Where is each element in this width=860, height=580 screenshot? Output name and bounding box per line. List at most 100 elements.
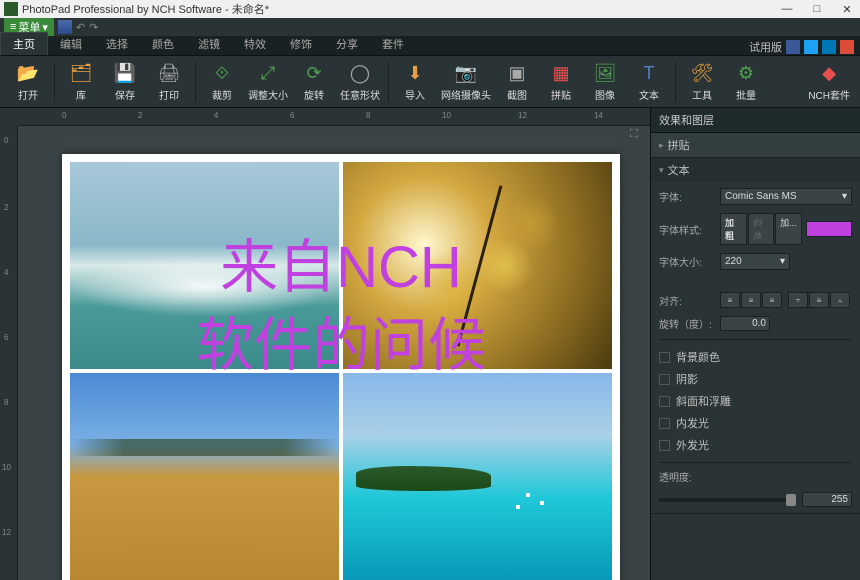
print-button[interactable]: 🖨打印 bbox=[147, 59, 191, 104]
outerglow-label: 外发光 bbox=[676, 437, 709, 453]
outerglow-checkbox[interactable] bbox=[659, 440, 670, 451]
screenshot-button[interactable]: ▣截图 bbox=[495, 59, 539, 104]
italic-button[interactable]: 斜体 bbox=[748, 213, 775, 245]
fullscreen-icon[interactable]: ⛶ bbox=[630, 128, 646, 144]
titlebar: PhotoPad Professional by NCH Software - … bbox=[0, 0, 860, 18]
bgcolor-checkbox[interactable] bbox=[659, 352, 670, 363]
resize-button[interactable]: ⤢调整大小 bbox=[244, 59, 292, 104]
quick-redo-icon[interactable]: ↷ bbox=[89, 21, 98, 34]
align-center-button[interactable]: ≡ bbox=[741, 292, 761, 308]
save-button[interactable]: 💾保存 bbox=[103, 59, 147, 104]
vertical-ruler: 0 2 4 6 8 10 12 bbox=[0, 108, 18, 580]
open-button[interactable]: 📂打开 bbox=[6, 59, 50, 104]
text-icon: T bbox=[637, 61, 661, 85]
app-icon bbox=[4, 2, 18, 16]
quick-save-icon[interactable] bbox=[58, 20, 72, 34]
tool-button[interactable]: 🛠工具 bbox=[680, 59, 724, 104]
nch-icon: ◆ bbox=[817, 61, 841, 85]
align-right-button[interactable]: ≡ bbox=[762, 292, 782, 308]
align-left-button[interactable]: ≡ bbox=[720, 292, 740, 308]
ruler-corner bbox=[0, 108, 18, 126]
collage-icon: ▦ bbox=[549, 61, 573, 85]
collage-button[interactable]: ▦拼贴 bbox=[539, 59, 583, 104]
tab-select[interactable]: 选择 bbox=[94, 33, 140, 55]
batch-icon: ⚙ bbox=[734, 61, 758, 85]
valign-mid-button[interactable]: ≡ bbox=[809, 292, 829, 308]
shadow-checkbox[interactable] bbox=[659, 374, 670, 385]
image-icon: 🖼 bbox=[593, 61, 617, 85]
freeform-button[interactable]: ◯任意形状 bbox=[336, 59, 384, 104]
twitter-icon[interactable] bbox=[804, 40, 818, 54]
chevron-right-icon: ▸ bbox=[659, 140, 664, 151]
window-title: PhotoPad Professional by NCH Software - … bbox=[22, 1, 778, 17]
webcam-button[interactable]: 📷网络摄像头 bbox=[437, 59, 495, 104]
text-button[interactable]: T文本 bbox=[627, 59, 671, 104]
import-icon: ⬇ bbox=[403, 61, 427, 85]
print-icon: 🖨 bbox=[157, 61, 181, 85]
style-label: 字体样式: bbox=[659, 222, 714, 237]
chevron-down-icon: ▾ bbox=[659, 165, 664, 176]
close-button[interactable]: ✕ bbox=[838, 3, 856, 16]
batch-button[interactable]: ⚙批量 bbox=[724, 59, 768, 104]
webcam-icon: 📷 bbox=[454, 61, 478, 85]
valign-top-button[interactable]: ⫟ bbox=[788, 292, 808, 308]
minimize-button[interactable]: — bbox=[778, 3, 796, 16]
slider-thumb[interactable] bbox=[786, 494, 796, 506]
facebook-icon[interactable] bbox=[786, 40, 800, 54]
freeform-icon: ◯ bbox=[348, 61, 372, 85]
chevron-down-icon: ▾ bbox=[842, 191, 847, 202]
innerglow-label: 内发光 bbox=[676, 415, 709, 431]
size-label: 字体大小: bbox=[659, 254, 714, 269]
bgcolor-label: 背景颜色 bbox=[676, 349, 720, 365]
trial-label: 试用版 bbox=[749, 39, 782, 55]
image-button[interactable]: 🖼图像 bbox=[583, 59, 627, 104]
rotate-icon: ⟳ bbox=[302, 61, 326, 85]
tool-icon: 🛠 bbox=[690, 61, 714, 85]
font-size-input[interactable]: 220▾ bbox=[720, 253, 790, 270]
photo-ginkgo-leaves[interactable] bbox=[343, 162, 612, 369]
section-text-header[interactable]: ▾文本 bbox=[651, 158, 860, 182]
quick-undo-icon[interactable]: ↶ bbox=[76, 21, 85, 34]
shadow-label: 阴影 bbox=[676, 371, 698, 387]
photo-wheat-field[interactable] bbox=[70, 373, 339, 580]
more-style-button[interactable]: 加... bbox=[775, 213, 802, 245]
crop-button[interactable]: ⟐裁剪 bbox=[200, 59, 244, 104]
tab-share[interactable]: 分享 bbox=[324, 33, 370, 55]
import-button[interactable]: ⬇导入 bbox=[393, 59, 437, 104]
tab-effects[interactable]: 特效 bbox=[232, 33, 278, 55]
panel-header: 效果和图层 bbox=[651, 108, 860, 133]
bold-button[interactable]: 加粗 bbox=[720, 213, 747, 245]
photo-ocean-waves[interactable] bbox=[70, 162, 339, 369]
ribbon-toolbar: 📂打开 🗂库 💾保存 🖨打印 ⟐裁剪 ⤢调整大小 ⟳旋转 ◯任意形状 ⬇导入 📷… bbox=[0, 56, 860, 108]
canvas[interactable]: 来自NCH 软件的问候 bbox=[62, 154, 620, 580]
align-label: 对齐: bbox=[659, 293, 714, 308]
tab-retouch[interactable]: 修饰 bbox=[278, 33, 324, 55]
maximize-button[interactable]: □ bbox=[808, 3, 826, 16]
section-collage-header[interactable]: ▸拼贴 bbox=[651, 133, 860, 157]
bevel-checkbox[interactable] bbox=[659, 396, 670, 407]
font-label: 字体: bbox=[659, 189, 714, 204]
font-dropdown[interactable]: Comic Sans MS▾ bbox=[720, 188, 852, 205]
opacity-input[interactable] bbox=[802, 492, 852, 507]
library-icon: 🗂 bbox=[69, 61, 93, 85]
bevel-label: 斜面和浮雕 bbox=[676, 393, 731, 409]
tab-suite[interactable]: 套件 bbox=[370, 33, 416, 55]
innerglow-checkbox[interactable] bbox=[659, 418, 670, 429]
linkedin-icon[interactable] bbox=[822, 40, 836, 54]
rotate-button[interactable]: ⟳旋转 bbox=[292, 59, 336, 104]
valign-bot-button[interactable]: ⫠ bbox=[830, 292, 850, 308]
tab-color[interactable]: 颜色 bbox=[140, 33, 186, 55]
rotate-label: 旋转（度）: bbox=[659, 316, 714, 331]
nch-suite-button[interactable]: ◆NCH套件 bbox=[804, 59, 854, 104]
library-button[interactable]: 🗂库 bbox=[59, 59, 103, 104]
text-color-swatch[interactable] bbox=[806, 221, 852, 237]
rotate-input[interactable] bbox=[720, 316, 770, 331]
tab-edit[interactable]: 编辑 bbox=[48, 33, 94, 55]
photo-tropical-beach[interactable] bbox=[343, 373, 612, 580]
tab-filter[interactable]: 滤镜 bbox=[186, 33, 232, 55]
gplus-icon[interactable] bbox=[840, 40, 854, 54]
opacity-slider[interactable] bbox=[659, 498, 796, 502]
resize-icon: ⤢ bbox=[256, 61, 280, 85]
canvas-area[interactable]: ⛶ 来自NCH 软件的问候 bbox=[18, 126, 650, 580]
tab-home[interactable]: 主页 bbox=[0, 32, 48, 55]
